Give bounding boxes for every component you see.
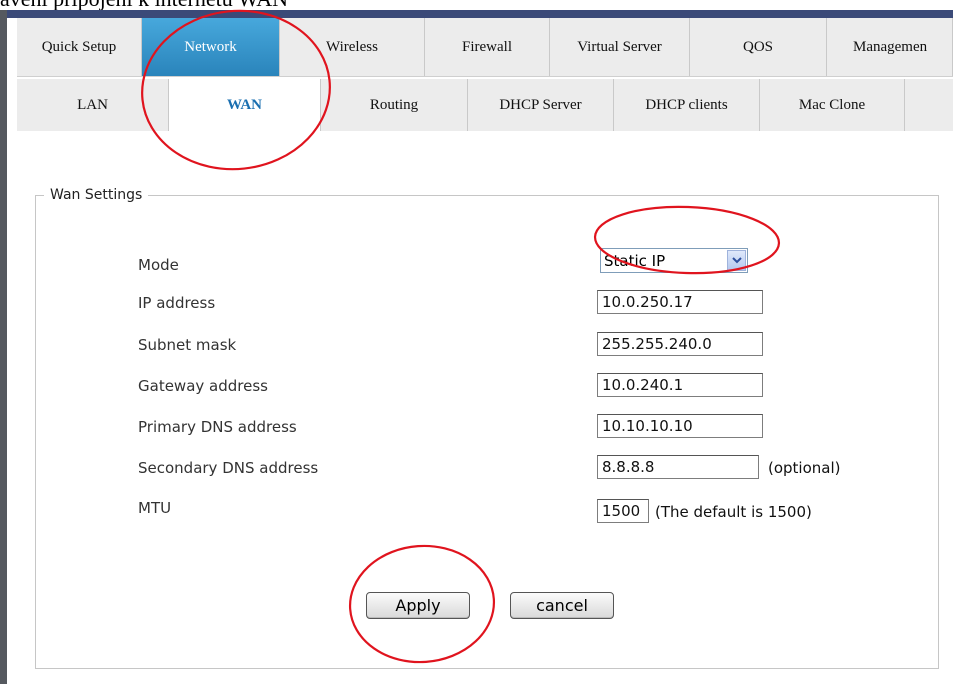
dns1-label: Primary DNS address bbox=[138, 418, 297, 436]
tab-quick-setup[interactable]: Quick Setup bbox=[17, 18, 142, 76]
subtab-wan[interactable]: WAN bbox=[169, 79, 321, 131]
cancel-button[interactable]: cancel bbox=[510, 592, 614, 619]
mode-label: Mode bbox=[138, 256, 179, 274]
tab-label: Wireless bbox=[326, 38, 378, 55]
gateway-address-input[interactable] bbox=[597, 373, 763, 397]
subtab-overflow bbox=[905, 79, 953, 131]
mode-select[interactable]: Static IP bbox=[600, 248, 748, 273]
mode-row: Mode bbox=[0, 252, 953, 278]
mtu-default-note: (The default is 1500) bbox=[655, 503, 812, 521]
dns1-row: Primary DNS address bbox=[0, 414, 953, 440]
chevron-down-icon[interactable] bbox=[727, 250, 746, 271]
optional-note: (optional) bbox=[768, 459, 841, 477]
wan-settings-legend: Wan Settings bbox=[50, 187, 143, 203]
tab-qos[interactable]: QOS bbox=[690, 18, 827, 76]
tab-virtual-server[interactable]: Virtual Server bbox=[550, 18, 690, 76]
tab-wireless[interactable]: Wireless bbox=[280, 18, 425, 76]
apply-button[interactable]: Apply bbox=[366, 592, 470, 619]
subtab-lan[interactable]: LAN bbox=[17, 79, 169, 131]
ip-address-input[interactable] bbox=[597, 290, 763, 314]
subtab-routing[interactable]: Routing bbox=[321, 79, 468, 131]
mtu-label: MTU bbox=[138, 499, 172, 517]
subtab-label: LAN bbox=[77, 96, 108, 113]
primary-dns-input[interactable] bbox=[597, 414, 763, 438]
ip-row: IP address bbox=[0, 290, 953, 316]
subtab-label: DHCP Server bbox=[499, 96, 582, 113]
gateway-label: Gateway address bbox=[138, 377, 268, 395]
tab-label: QOS bbox=[742, 38, 773, 55]
subtab-label: Routing bbox=[369, 96, 419, 113]
tab-label: Firewall bbox=[462, 38, 512, 55]
tab-network[interactable]: Network bbox=[142, 18, 280, 76]
subtab-dhcp-server[interactable]: DHCP Server bbox=[468, 79, 614, 131]
subtab-label: DHCP clients bbox=[645, 96, 728, 113]
subnet-row: Subnet mask bbox=[0, 332, 953, 358]
tab-label: Quick Setup bbox=[41, 38, 117, 55]
mtu-row: MTU (The default is 1500) bbox=[0, 499, 953, 525]
subtab-dhcp-clients[interactable]: DHCP clients bbox=[614, 79, 760, 131]
subtab-label: Mac Clone bbox=[798, 96, 866, 113]
tab-management[interactable]: Managemen bbox=[827, 18, 953, 76]
dns2-row: Secondary DNS address (optional) bbox=[0, 455, 953, 481]
mtu-input[interactable] bbox=[597, 499, 649, 523]
subtab-label: WAN bbox=[226, 96, 262, 113]
subtab-mac-clone[interactable]: Mac Clone bbox=[760, 79, 905, 131]
mode-select-value: Static IP bbox=[604, 252, 666, 270]
gateway-row: Gateway address bbox=[0, 373, 953, 399]
main-tabbar: Quick Setup Network Wireless Firewall Vi… bbox=[17, 18, 953, 77]
tab-label: Network bbox=[184, 38, 237, 55]
tab-label: Virtual Server bbox=[577, 38, 662, 55]
document-caption: avení připojení k internetu WAN bbox=[0, 0, 953, 10]
subnet-label: Subnet mask bbox=[138, 336, 237, 354]
header-bar bbox=[7, 10, 953, 18]
subnet-mask-input[interactable] bbox=[597, 332, 763, 356]
ip-label: IP address bbox=[138, 294, 216, 312]
sub-tabbar: LAN WAN Routing DHCP Server DHCP clients… bbox=[17, 79, 953, 132]
tab-label: Managemen bbox=[853, 38, 928, 55]
dns2-label: Secondary DNS address bbox=[138, 459, 319, 477]
secondary-dns-input[interactable] bbox=[597, 455, 759, 479]
tab-firewall[interactable]: Firewall bbox=[425, 18, 550, 76]
